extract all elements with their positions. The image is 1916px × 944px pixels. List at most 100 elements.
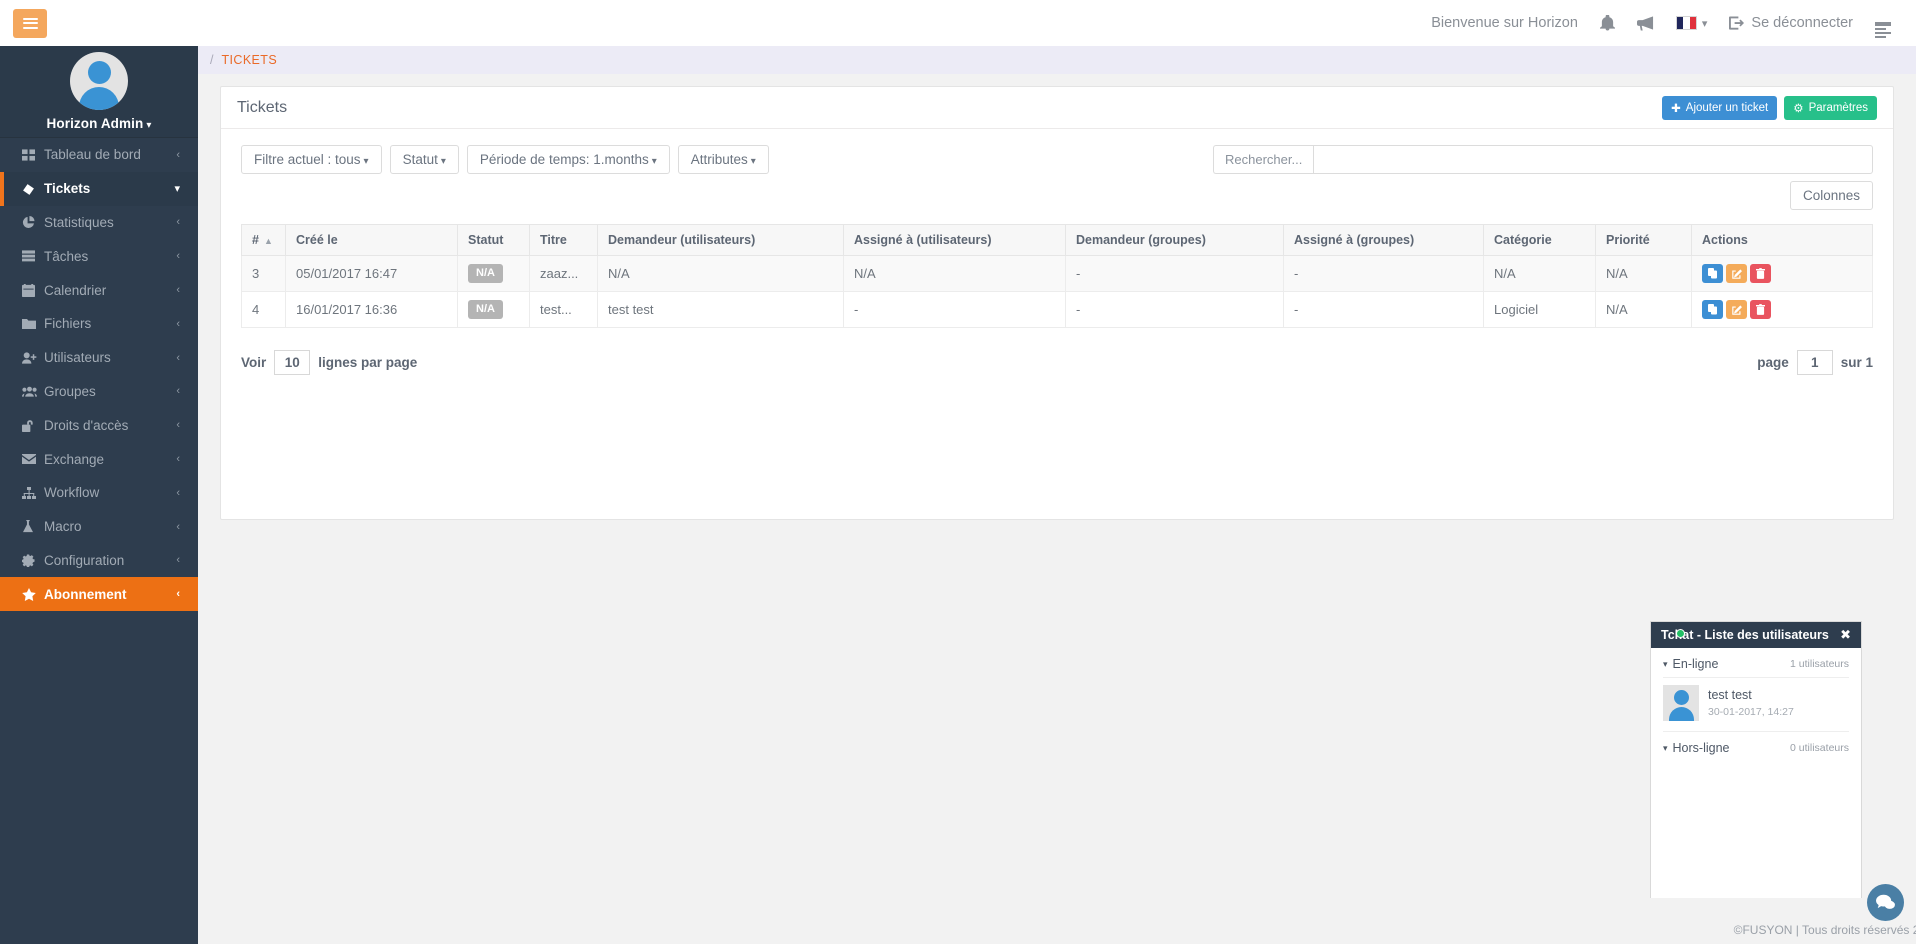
sidebar-item-configuration[interactable]: Configuration ‹ bbox=[0, 544, 198, 578]
cell-id: 3 bbox=[241, 255, 286, 292]
page-selector: page sur 1 bbox=[1757, 350, 1873, 375]
sidebar-item-macro[interactable]: Macro ‹ bbox=[0, 510, 198, 544]
sidebar-item-label: Workflow bbox=[44, 485, 100, 501]
cell-assigned-groups: - bbox=[1283, 291, 1484, 328]
avatar bbox=[70, 52, 128, 110]
page-input[interactable] bbox=[1796, 350, 1833, 375]
filter-statut-dropdown[interactable]: Statut ▾ bbox=[389, 145, 459, 174]
list-icon[interactable] bbox=[1864, 20, 1902, 38]
edit-icon[interactable] bbox=[1726, 264, 1747, 283]
th-id[interactable]: # ▲ bbox=[241, 224, 286, 256]
sidebar: Horizon Admin ▾ Tableau de bord ‹ Tickets… bbox=[0, 46, 198, 944]
filter-periode-label: Période de temps: 1.months bbox=[479, 152, 649, 167]
sidebar-item-workflow[interactable]: Workflow ‹ bbox=[0, 476, 198, 510]
tickets-panel: Tickets ✚ Ajouter un ticket ⚙ Paramètres… bbox=[220, 86, 1894, 520]
edit-icon[interactable] bbox=[1726, 300, 1747, 319]
chat-online-section[interactable]: ▾ En-ligne 1 utilisateurs bbox=[1651, 648, 1861, 677]
sidebar-item-tableau-de-bord[interactable]: Tableau de bord ‹ bbox=[0, 138, 198, 172]
trash-icon[interactable] bbox=[1750, 300, 1771, 319]
copy-icon[interactable] bbox=[1702, 300, 1723, 319]
caret-down-icon: ▾ bbox=[1663, 742, 1668, 753]
caret-down-icon: ▾ bbox=[651, 156, 657, 167]
caret-down-icon: ▾ bbox=[1663, 658, 1668, 669]
chat-user-item[interactable]: test test 30-01-2017, 14:27 bbox=[1651, 678, 1861, 731]
profile-name-wrap[interactable]: Horizon Admin ▾ bbox=[47, 116, 152, 131]
rows-per-page-label: Voir bbox=[241, 355, 267, 370]
table-row[interactable]: 4 16/01/2017 16:36 N/A test... test test… bbox=[241, 291, 1873, 328]
hamburger-icon[interactable] bbox=[13, 8, 47, 38]
cell-requester-groups: - bbox=[1065, 255, 1284, 292]
sidebar-profile[interactable]: Horizon Admin ▾ bbox=[0, 46, 198, 138]
sidebar-item-calendrier[interactable]: Calendrier ‹ bbox=[0, 273, 198, 307]
chat-offline-section[interactable]: ▾ Hors-ligne 0 utilisateurs bbox=[1651, 732, 1861, 761]
th-priority[interactable]: Priorité bbox=[1595, 224, 1692, 256]
cell-created: 05/01/2017 16:47 bbox=[285, 255, 458, 292]
sidebar-item-tickets[interactable]: Tickets ▾ bbox=[0, 171, 198, 206]
rows-per-page-input[interactable] bbox=[274, 350, 311, 375]
caret-down-icon: ▾ bbox=[440, 156, 446, 167]
th-created[interactable]: Créé le bbox=[285, 224, 458, 256]
user-plus-icon bbox=[22, 352, 44, 364]
cell-status: N/A bbox=[457, 291, 530, 328]
cell-id: 4 bbox=[241, 291, 286, 328]
pagination: Voir lignes par page page sur 1 bbox=[241, 350, 1873, 375]
th-title[interactable]: Titre bbox=[529, 224, 598, 256]
th-requester-users[interactable]: Demandeur (utilisateurs) bbox=[597, 224, 844, 256]
chat-panel: Tchat - Liste des utilisateurs ✖ ▾ En-li… bbox=[1650, 621, 1862, 898]
filter-attributes-dropdown[interactable]: Attributes ▾ bbox=[677, 145, 769, 174]
sidebar-item-label: Macro bbox=[44, 519, 82, 535]
cell-created: 16/01/2017 16:36 bbox=[285, 291, 458, 328]
megaphone-icon[interactable] bbox=[1626, 15, 1665, 31]
chat-panel-title: Tchat - Liste des utilisateurs bbox=[1661, 628, 1829, 642]
tickets-table: # ▲ Créé le Statut Titre Demandeur (utili… bbox=[241, 224, 1873, 328]
sidebar-item-label: Statistiques bbox=[44, 214, 114, 230]
panel-body: Filtre actuel : tous ▾ Statut ▾ Période de… bbox=[221, 129, 1893, 519]
status-badge: N/A bbox=[468, 264, 503, 283]
sidebar-item-label: Droits d'accès bbox=[44, 417, 129, 433]
sidebar-item-label: Groupes bbox=[44, 383, 96, 399]
gear-icon: ⚙ bbox=[1793, 102, 1804, 115]
sidebar-item-label: Exchange bbox=[44, 451, 105, 467]
th-assigned-groups[interactable]: Assigné à (groupes) bbox=[1283, 224, 1484, 256]
sidebar-item-groupes[interactable]: Groupes ‹ bbox=[0, 375, 198, 409]
sidebar-item-droits-d-acces[interactable]: Droits d'accès ‹ bbox=[0, 408, 198, 442]
copy-icon[interactable] bbox=[1702, 264, 1723, 283]
chevron-left-icon: ‹ bbox=[176, 216, 180, 229]
th-assigned-users[interactable]: Assigné à (utilisateurs) bbox=[843, 224, 1066, 256]
chevron-left-icon: ‹ bbox=[176, 486, 180, 499]
search-input[interactable] bbox=[1313, 145, 1873, 174]
caret-down-icon: ▾ bbox=[363, 156, 369, 167]
sidebar-item-fichiers[interactable]: Fichiers ‹ bbox=[0, 307, 198, 341]
filter-current-dropdown[interactable]: Filtre actuel : tous ▾ bbox=[241, 145, 382, 174]
logout-button[interactable]: Se déconnecter bbox=[1718, 15, 1864, 31]
settings-label: Paramètres bbox=[1808, 101, 1868, 114]
status-badge: N/A bbox=[468, 300, 503, 319]
language-selector[interactable]: ▾ bbox=[1665, 16, 1719, 30]
sidebar-item-utilisateurs[interactable]: Utilisateurs ‹ bbox=[0, 341, 198, 375]
trash-icon[interactable] bbox=[1750, 264, 1771, 283]
breadcrumb: / TICKETS bbox=[198, 46, 1916, 74]
filter-current-label: Filtre actuel : tous bbox=[254, 152, 361, 167]
columns-button[interactable]: Colonnes bbox=[1789, 181, 1873, 210]
sidebar-item-exchange[interactable]: Exchange ‹ bbox=[0, 442, 198, 476]
add-ticket-button[interactable]: ✚ Ajouter un ticket bbox=[1662, 95, 1778, 120]
filter-attributes-label: Attributes bbox=[690, 152, 748, 167]
th-status[interactable]: Statut bbox=[457, 224, 530, 256]
sidebar-item-taches[interactable]: Tâches ‹ bbox=[0, 239, 198, 273]
footer-text: ©FUSYON | Tous droits réservés 2016-2017… bbox=[1733, 922, 1916, 937]
sidebar-item-statistiques[interactable]: Statistiques ‹ bbox=[0, 206, 198, 240]
online-status-indicator bbox=[1676, 629, 1685, 638]
row-actions bbox=[1702, 264, 1862, 283]
th-requester-groups[interactable]: Demandeur (groupes) bbox=[1065, 224, 1284, 256]
sidebar-item-label: Tickets bbox=[44, 181, 91, 197]
bell-icon[interactable] bbox=[1589, 15, 1626, 31]
close-icon[interactable]: ✖ bbox=[1840, 627, 1851, 643]
settings-button[interactable]: ⚙ Paramètres bbox=[1784, 95, 1877, 120]
breadcrumb-current[interactable]: TICKETS bbox=[221, 53, 277, 67]
filter-periode-dropdown[interactable]: Période de temps: 1.months ▾ bbox=[466, 145, 670, 174]
chat-bubble-icon[interactable] bbox=[1867, 884, 1904, 921]
table-row[interactable]: 3 05/01/2017 16:47 N/A zaaz... N/A N/A -… bbox=[241, 255, 1873, 292]
th-category[interactable]: Catégorie bbox=[1483, 224, 1596, 256]
sidebar-item-abonnement[interactable]: Abonnement ‹ bbox=[0, 577, 198, 612]
cell-status: N/A bbox=[457, 255, 530, 292]
